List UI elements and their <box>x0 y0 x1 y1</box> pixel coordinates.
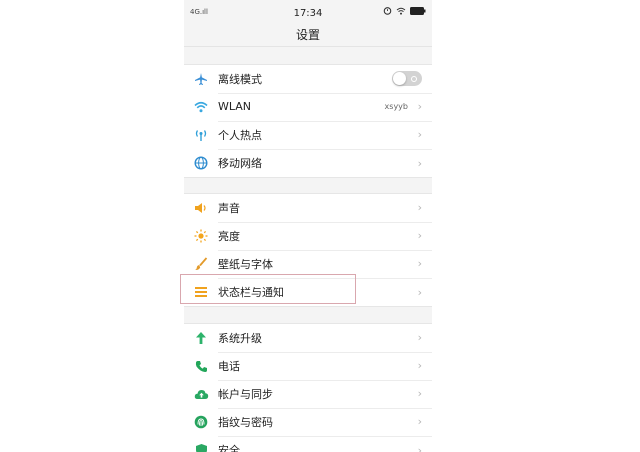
chevron-right-icon: › <box>417 100 422 113</box>
setting-label: 指纹与密码 <box>218 415 273 429</box>
phone-screen: 4G.ıll 17:34 设置 离线模式 WLAN xsyyb › 个人热点 ›… <box>184 0 432 452</box>
settings-group-system: 系统升级 › 电话 › 帐户与同步 › 指纹与密码 › 安全 › <box>184 323 432 452</box>
setting-phone[interactable]: 电话 › <box>184 352 432 381</box>
setting-airplane-mode[interactable]: 离线模式 <box>184 65 432 94</box>
battery-icon <box>410 6 426 15</box>
arrow-up-icon <box>184 331 218 345</box>
setting-accounts-sync[interactable]: 帐户与同步 › <box>184 380 432 409</box>
setting-label: 电话 <box>218 359 240 373</box>
highlight-box <box>180 274 356 304</box>
setting-label: WLAN <box>218 100 252 113</box>
chevron-right-icon: › <box>417 331 422 344</box>
sun-icon <box>184 229 218 243</box>
setting-label: 声音 <box>218 201 240 215</box>
setting-label: 壁纸与字体 <box>218 257 273 271</box>
setting-security[interactable]: 安全 › <box>184 436 432 452</box>
brush-icon <box>184 257 218 271</box>
alarm-icon <box>383 7 392 15</box>
setting-brightness[interactable]: 亮度 › <box>184 222 432 251</box>
setting-personal-hotspot[interactable]: 个人热点 › <box>184 121 432 150</box>
setting-fingerprint-password[interactable]: 指纹与密码 › <box>184 408 432 437</box>
chevron-right-icon: › <box>417 257 422 270</box>
setting-wlan[interactable]: WLAN xsyyb › <box>184 93 432 122</box>
setting-label: 离线模式 <box>218 72 262 86</box>
chevron-right-icon: › <box>417 443 422 452</box>
setting-label: 亮度 <box>218 229 240 243</box>
settings-group-network: 离线模式 WLAN xsyyb › 个人热点 › 移动网络 › <box>184 64 432 178</box>
chevron-right-icon: › <box>417 387 422 400</box>
chevron-right-icon: › <box>417 285 422 299</box>
cloud-icon <box>184 388 218 400</box>
hotspot-icon <box>184 128 218 142</box>
wifi-icon <box>184 101 218 113</box>
speaker-icon <box>184 202 218 214</box>
setting-label: 个人热点 <box>218 128 262 142</box>
setting-label: 安全 <box>218 444 240 452</box>
page-title: 设置 <box>184 24 432 47</box>
wlan-network-name: xsyyb <box>384 102 408 111</box>
chevron-right-icon: › <box>417 201 422 214</box>
airplane-mode-toggle[interactable] <box>392 71 422 86</box>
fingerprint-icon <box>184 415 218 429</box>
shield-icon <box>184 443 218 452</box>
phone-icon <box>184 360 218 373</box>
chevron-right-icon: › <box>417 128 422 141</box>
globe-icon <box>184 156 218 170</box>
status-icons <box>383 6 426 15</box>
setting-sound[interactable]: 声音 › <box>184 194 432 223</box>
setting-label: 帐户与同步 <box>218 387 273 401</box>
wifi-status-icon <box>396 7 406 15</box>
setting-mobile-network[interactable]: 移动网络 › <box>184 149 432 177</box>
status-bar: 4G.ıll 17:34 <box>184 0 432 24</box>
airplane-icon <box>184 72 218 86</box>
chevron-right-icon: › <box>417 415 422 428</box>
chevron-right-icon: › <box>417 156 422 170</box>
setting-system-update[interactable]: 系统升级 › <box>184 324 432 353</box>
toggle-knob <box>393 72 406 85</box>
chevron-right-icon: › <box>417 229 422 242</box>
toggle-off-indicator <box>411 76 417 82</box>
setting-label: 系统升级 <box>218 331 262 345</box>
setting-label: 移动网络 <box>218 157 262 170</box>
chevron-right-icon: › <box>417 359 422 372</box>
